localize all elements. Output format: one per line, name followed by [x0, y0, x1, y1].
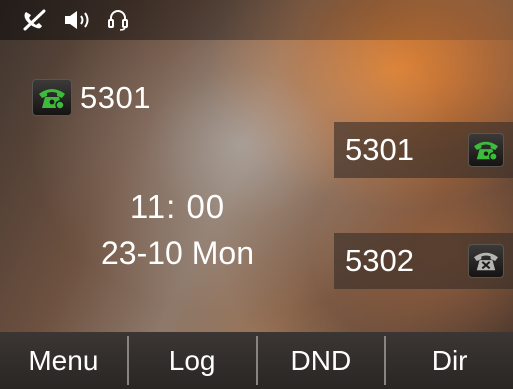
phone-registered-icon	[32, 79, 72, 116]
muted-phone-icon	[22, 9, 48, 31]
dir-softkey[interactable]: Dir	[386, 336, 513, 385]
status-bar	[0, 0, 513, 40]
headset-icon	[108, 9, 128, 31]
clock-time: 11: 00	[129, 188, 226, 225]
account-status: 5301	[32, 79, 151, 116]
phone-registered-icon	[468, 133, 504, 167]
line-key-label: 5302	[345, 243, 414, 278]
softkey-bar: Menu Log DND Dir	[0, 332, 513, 389]
phone-unregistered-icon	[468, 244, 504, 278]
account-label: 5301	[80, 79, 151, 115]
menu-softkey[interactable]: Menu	[0, 336, 129, 385]
log-softkey[interactable]: Log	[129, 336, 258, 385]
speaker-volume-icon	[64, 10, 92, 30]
clock-date: 23-10 Mon	[101, 235, 254, 271]
line-key-5302[interactable]: 5302	[334, 233, 513, 289]
dnd-softkey[interactable]: DND	[258, 336, 387, 385]
phone-idle-screen: 5301 11: 00 23-10 Mon 5301 5302 Menu Log…	[0, 0, 513, 389]
line-key-label: 5301	[345, 132, 414, 167]
line-key-5301[interactable]: 5301	[334, 122, 513, 178]
